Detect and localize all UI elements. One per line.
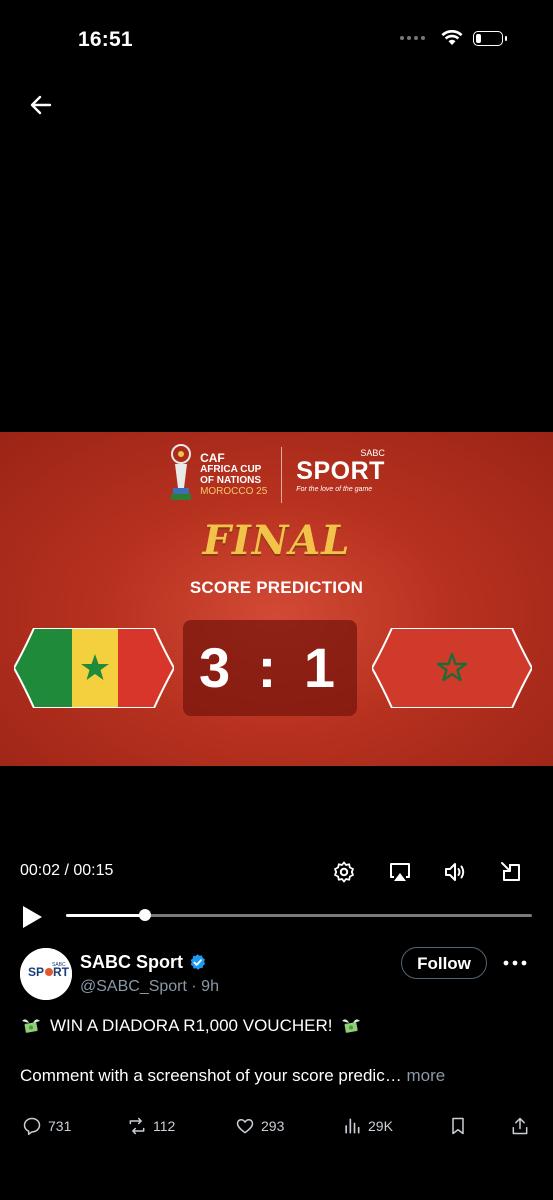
like-count: 293 (261, 1118, 285, 1134)
status-icons (400, 30, 507, 46)
views-chart-icon (345, 1118, 360, 1134)
money-wings-icon (22, 1019, 40, 1033)
post-text-line1: WIN A DIADORA R1,000 VOUCHER! (20, 1015, 362, 1037)
afcon-line2: OF NATIONS (200, 475, 261, 486)
exit-fullscreen-icon[interactable] (499, 860, 523, 884)
settings-icon[interactable] (332, 860, 356, 884)
airplay-icon[interactable] (388, 860, 412, 884)
trophy-icon (171, 444, 192, 500)
logo-divider (281, 447, 283, 503)
post-headline: WIN A DIADORA R1,000 VOUCHER! (50, 1016, 333, 1035)
author-handle: @SABC_Sport · 9h (80, 978, 219, 995)
sabc-sport-avatar-logo: SABC SP RT (20, 948, 72, 1000)
volume-icon[interactable] (443, 860, 467, 884)
play-icon[interactable] (20, 905, 44, 929)
svg-text:SP: SP (28, 965, 44, 979)
status-time: 16:51 (78, 28, 133, 51)
post-body: Comment with a screenshot of your score … (20, 1066, 402, 1085)
afcon-line1: AFRICA CUP (200, 464, 262, 475)
svg-text:RT: RT (53, 965, 70, 979)
like-action[interactable]: 293 (235, 1116, 284, 1136)
caf-label: CAF (200, 451, 225, 465)
cellular-signal-icon (400, 36, 425, 40)
afcon-logo: CAF AFRICA CUP OF NATIONS MOROCCO 25 (168, 444, 267, 506)
views-count: 29K (368, 1118, 393, 1134)
share-icon (512, 1117, 528, 1135)
bookmark-icon (452, 1117, 464, 1135)
video-frame[interactable]: CAF AFRICA CUP OF NATIONS MOROCCO 25 SAB… (0, 432, 553, 766)
follow-button[interactable]: Follow (401, 947, 487, 979)
heart-icon (236, 1119, 254, 1134)
sabc-tagline: For the love of the game (296, 486, 373, 493)
repost-count: 112 (153, 1118, 176, 1134)
post-text-line2: Comment with a screenshot of your score … (20, 1066, 445, 1086)
sabc-sport-logo: SABC SPORT For the love of the game (296, 448, 385, 493)
senegal-flag-icon (14, 628, 174, 708)
post-author[interactable]: SABC Sport (80, 952, 207, 973)
final-heading: FINAL (202, 517, 351, 564)
views-action[interactable]: 29K (342, 1116, 393, 1136)
score-prediction-heading: SCORE PREDICTION (189, 578, 364, 597)
video-time-readout: 00:02 / 00:15 (20, 862, 114, 879)
show-more-link[interactable]: more (406, 1066, 445, 1085)
money-wings-icon (342, 1019, 361, 1033)
progress-fill (66, 914, 146, 917)
afcon-line3: MOROCCO 25 (200, 486, 268, 497)
reply-icon (23, 1117, 41, 1136)
reply-count: 731 (48, 1118, 72, 1134)
repost-action[interactable]: 112 (127, 1116, 175, 1136)
back-arrow-icon[interactable] (28, 92, 54, 118)
sabc-label: SABC (360, 448, 385, 458)
wifi-icon (441, 30, 463, 45)
bookmark-action[interactable] (448, 1116, 468, 1136)
progress-scrubber[interactable] (139, 909, 152, 921)
avatar[interactable]: SABC SP RT (20, 948, 72, 1000)
score-display: 3 : 1 (183, 620, 357, 716)
morocco-flag-icon (372, 628, 532, 708)
more-options-icon[interactable] (502, 950, 528, 976)
share-action[interactable] (510, 1116, 530, 1136)
verified-badge-icon (190, 954, 206, 970)
sport-label: SPORT (296, 457, 385, 485)
author-name[interactable]: SABC Sport (80, 952, 183, 973)
reply-action[interactable]: 731 (22, 1116, 71, 1136)
repost-icon (129, 1117, 145, 1135)
battery-icon (473, 30, 507, 46)
logos: CAF AFRICA CUP OF NATIONS MOROCCO 25 SAB… (0, 444, 553, 506)
